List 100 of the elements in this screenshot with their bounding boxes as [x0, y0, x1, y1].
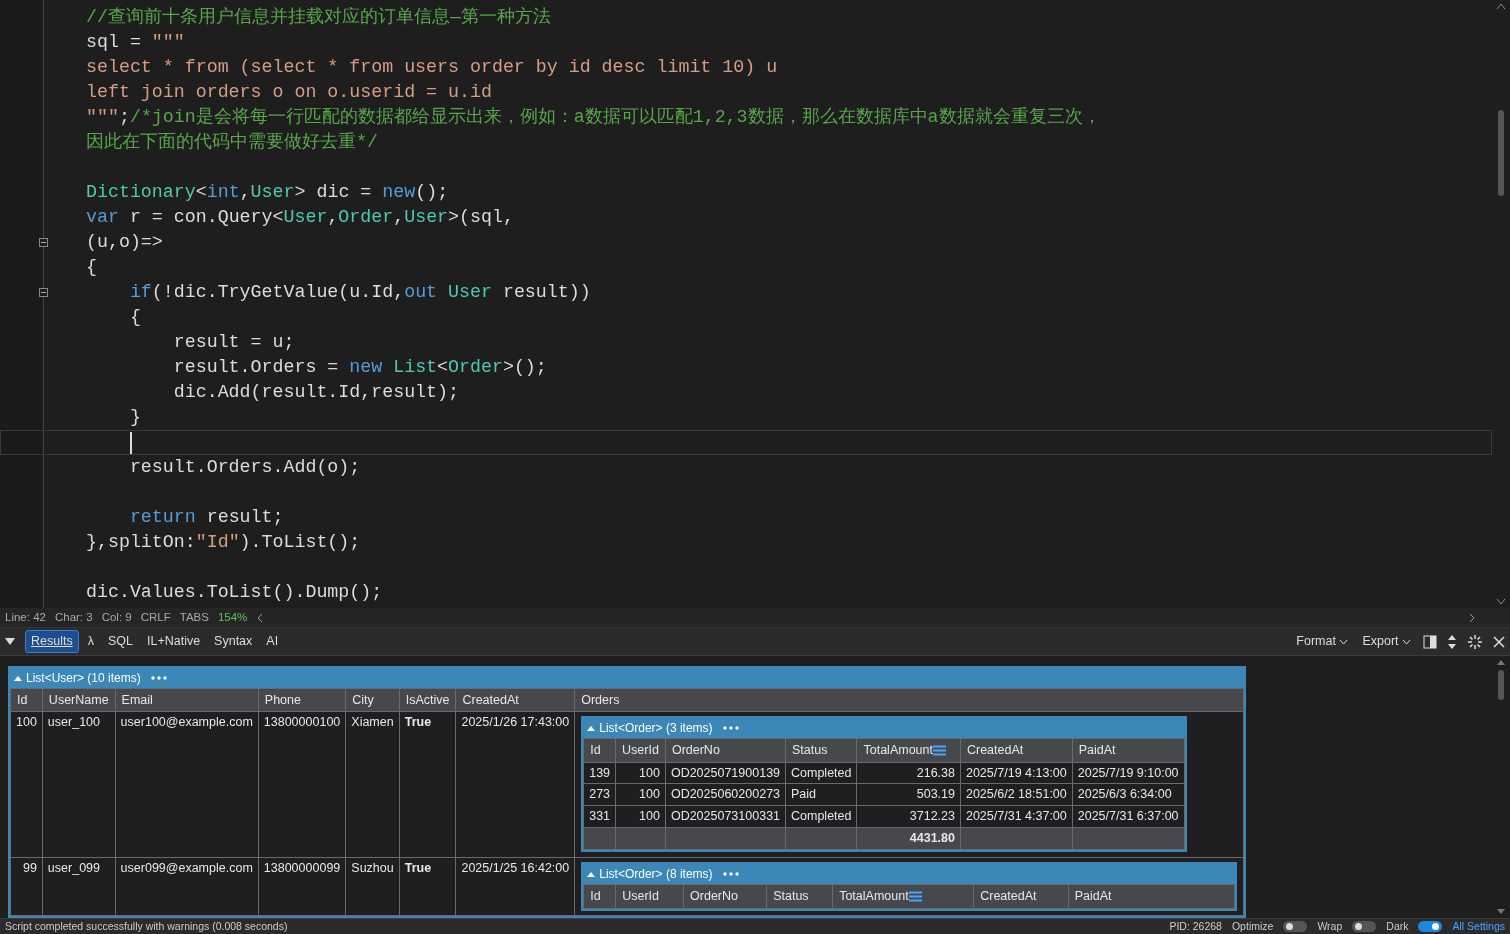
process-id: PID: 26268 — [1169, 918, 1222, 934]
table-cell: True — [399, 857, 456, 915]
toggle-label: Wrap — [1317, 918, 1343, 934]
collapse-icon[interactable] — [5, 637, 15, 646]
toggle-label: Optimize — [1231, 918, 1274, 934]
code-line: 因此在下面的代码中需要做好去重*/ — [86, 131, 378, 154]
column-header[interactable]: Id — [583, 738, 616, 762]
toggle-switch[interactable] — [1352, 921, 1377, 932]
table-cell: 139 — [583, 762, 616, 784]
column-header[interactable]: Status — [785, 738, 857, 762]
scroll-up-icon[interactable] — [1496, 2, 1506, 10]
status-text: TABS — [179, 609, 209, 625]
results-tab[interactable]: AI — [261, 630, 284, 653]
table-cell: user100@example.com — [115, 711, 259, 858]
sparkle-icon[interactable] — [1467, 633, 1483, 650]
column-header[interactable]: OrderNo — [683, 884, 767, 908]
code-line: select * from (select * from users order by id desc limit 10) u — [86, 56, 778, 79]
results-tab[interactable]: λ — [82, 630, 99, 653]
status-text: Char: 3 — [54, 609, 93, 625]
scrollbar-thumb[interactable] — [1498, 670, 1504, 700]
code-line: result = u; — [172, 331, 295, 354]
more-icon[interactable] — [150, 676, 167, 680]
code-line: },splitOn:"Id").ToList(); — [86, 531, 361, 554]
code-line: sql = """ — [86, 31, 185, 54]
table-cell: user_099 — [42, 857, 116, 915]
scroll-right-icon[interactable] — [1468, 612, 1476, 623]
table-cell: 331 — [583, 805, 616, 828]
table-cell: 2025/1/26 17:43:00 — [455, 711, 575, 858]
column-header[interactable]: Orders — [574, 688, 1244, 712]
toggle-switch[interactable] — [1283, 921, 1308, 932]
column-header[interactable]: IsActive — [399, 688, 456, 712]
caret-icon — [1402, 638, 1411, 645]
toggle-switch[interactable] — [1418, 921, 1443, 932]
column-header[interactable]: Id — [10, 688, 43, 712]
column-header[interactable]: UserId — [615, 884, 684, 908]
sum-icon[interactable] — [908, 891, 922, 903]
column-header[interactable]: PaidAt — [1068, 884, 1235, 908]
column-header[interactable]: CreatedAt — [960, 738, 1073, 762]
column-header[interactable]: CreatedAt — [455, 688, 575, 712]
status-message: Script completed successfully with warnings (0.008 seconds) — [5, 918, 288, 934]
column-header[interactable]: Status — [766, 884, 833, 908]
code-line: } — [128, 406, 141, 429]
collapse-icon — [587, 871, 596, 878]
column-header[interactable]: Id — [583, 884, 616, 908]
column-header[interactable]: UserName — [42, 688, 116, 712]
column-header[interactable]: TotalAmount — [857, 738, 961, 762]
table-cell: 273 — [583, 783, 616, 806]
code-line: result.Orders.Add(o); — [128, 456, 361, 479]
scroll-down-icon[interactable] — [1496, 598, 1506, 606]
collapse-icon[interactable] — [39, 288, 48, 297]
results-tab[interactable]: IL+Native — [141, 630, 206, 653]
column-header[interactable]: CreatedAt — [973, 884, 1069, 908]
table-cell: Suzhou — [345, 857, 400, 915]
column-header[interactable]: PaidAt — [1072, 738, 1185, 762]
code-line: var r = con.Query<User,Order,User>(sql, — [86, 206, 514, 229]
dropdown-menu-button[interactable]: Format — [1294, 632, 1351, 651]
column-header[interactable]: City — [345, 688, 400, 712]
column-header[interactable]: UserId — [615, 738, 666, 762]
list-title: List<Order> (8 items) — [599, 866, 713, 883]
column-header[interactable]: OrderNo — [665, 738, 786, 762]
table-cell: 100 — [10, 711, 43, 858]
sum-icon[interactable] — [932, 745, 946, 757]
close-icon[interactable] — [1493, 635, 1505, 648]
results-tab[interactable]: SQL — [102, 630, 138, 653]
column-header[interactable]: Email — [115, 688, 259, 712]
scroll-down-icon[interactable] — [1496, 908, 1506, 916]
collapse-icon[interactable] — [39, 238, 48, 247]
results-tab[interactable]: Results — [25, 630, 79, 653]
up-down-arrows-icon[interactable] — [1447, 633, 1457, 650]
code-line: """;/*join是会将每一行匹配的数据都给显示出来，例如：a数据可以匹配1,2,3数据，那么在数据库中a数据就会重复三次， — [86, 106, 1101, 129]
code-line: (u,o)=> — [86, 231, 163, 254]
scroll-left-icon[interactable] — [256, 612, 265, 623]
status-text: Col: 9 — [101, 609, 132, 625]
table-cell: user099@example.com — [115, 857, 259, 915]
split-panel-icon[interactable] — [1423, 634, 1437, 649]
table-cell: True — [399, 711, 456, 858]
scroll-up-icon[interactable] — [1496, 658, 1506, 666]
dropdown-menu-button[interactable]: Export — [1360, 632, 1413, 651]
table-cell: 2025/1/25 16:42:00 — [455, 857, 575, 915]
table-cell: user_100 — [42, 711, 116, 858]
more-icon[interactable] — [722, 872, 739, 877]
column-header[interactable]: TotalAmount — [832, 884, 974, 908]
list-title: List<Order> (3 items) — [599, 720, 713, 737]
status-text: Line: 42 — [5, 609, 46, 625]
column-header[interactable]: Phone — [258, 688, 346, 712]
code-line: left join orders o on o.userid = u.id — [86, 81, 492, 104]
list-title: List<User> (10 items) — [26, 670, 141, 687]
settings-link[interactable]: All Settings — [1452, 918, 1505, 934]
table-cell: 13800000099 — [258, 857, 346, 915]
zoom-level[interactable]: 154% — [217, 608, 248, 627]
table-cell: 13800000100 — [258, 711, 346, 858]
code-line: //查询前十条用户信息并挂载对应的订单信息—第一种方法 — [86, 6, 551, 29]
status-text: CRLF — [140, 609, 171, 625]
toggle-label: Dark — [1386, 918, 1409, 934]
table-cell: Xiamen — [345, 711, 400, 858]
more-icon[interactable] — [722, 726, 739, 731]
code-line: if(!dic.TryGetValue(u.Id,out User result)) — [128, 281, 591, 304]
scrollbar-thumb[interactable] — [1498, 110, 1504, 196]
results-tab[interactable]: Syntax — [209, 630, 258, 653]
code-line: Dictionary<int,User> dic = new(); — [86, 181, 449, 204]
